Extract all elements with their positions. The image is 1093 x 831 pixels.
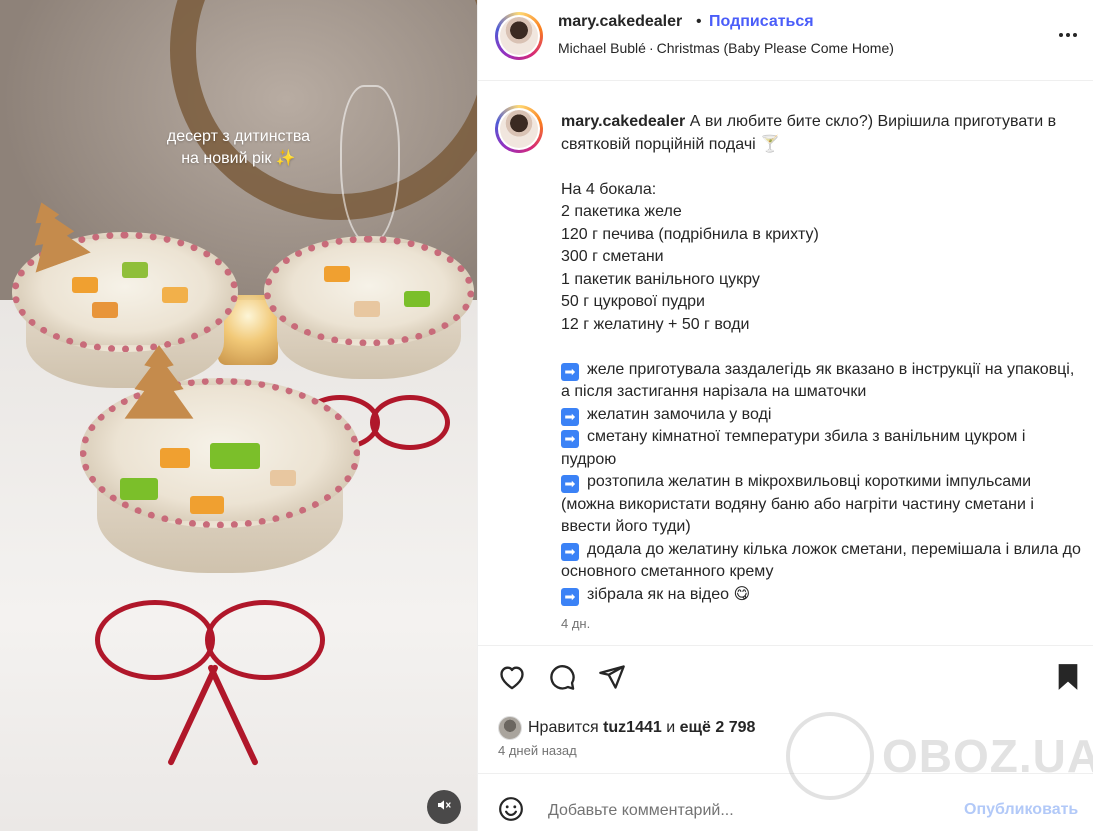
speaker-muted-icon — [436, 797, 452, 818]
video-overlay-text: десерт з дитинства на новий рік ✨ — [0, 126, 477, 170]
post-panel: mary.cakedealer • Подписаться Michael Bu… — [477, 0, 1093, 831]
comment-icon — [548, 663, 576, 696]
author-avatar[interactable] — [495, 12, 543, 60]
likes-count[interactable]: ещё 2 798 — [680, 719, 756, 737]
share-button[interactable] — [596, 663, 628, 695]
author-username[interactable]: mary.cakedealer — [558, 13, 682, 31]
comment-bar: Опубликовать — [478, 773, 1093, 831]
arrow-right-icon: ➡ — [561, 362, 579, 381]
caption-username[interactable]: mary.cakedealer — [561, 113, 685, 130]
recipe-step: ➡ додала до желатину кілька ложок сметани… — [561, 540, 1081, 580]
caption-author-avatar[interactable] — [495, 105, 543, 153]
ingredient-item: 12 г желатину + 50 г води — [561, 315, 750, 333]
ingredients-title: На 4 бокала: — [561, 180, 657, 198]
post-caption: mary.cakedealer А ви любите бите скло?) … — [561, 111, 1081, 636]
likes-user[interactable]: tuz1441 — [603, 719, 662, 737]
action-bar: Нравится tuz1441 и ещё 2 798 4 дней наза… — [478, 645, 1093, 765]
ingredient-item: 1 пакетик ванільного цукру — [561, 270, 760, 288]
post-comment-button[interactable]: Опубликовать — [964, 801, 1078, 819]
overlay-line-1: десерт з дитинства — [166, 128, 311, 145]
red-ribbon — [95, 600, 215, 680]
ingredient-item: 300 г сметани — [561, 248, 664, 265]
audio-track-link[interactable]: Michael Bublé · Christmas (Baby Please Com… — [558, 40, 894, 56]
arrow-right-icon: ➡ — [561, 542, 579, 561]
red-ribbon — [370, 395, 450, 450]
likes-and: и — [666, 719, 676, 736]
caption-timestamp[interactable]: 4 дн. — [561, 613, 1081, 636]
emoji-button[interactable] — [498, 796, 526, 824]
bookmark-icon — [1056, 663, 1080, 696]
recipe-step: ➡ желе приготувала заздалегідь як вказано… — [561, 360, 1075, 400]
dessert-glass — [264, 236, 474, 379]
mute-button[interactable] — [427, 790, 461, 824]
ingredient-item: 50 г цукрової пудри — [561, 293, 705, 310]
follow-button[interactable]: Подписаться — [709, 13, 814, 31]
song-separator: · — [648, 40, 654, 56]
more-options-button[interactable] — [1056, 22, 1080, 46]
arrow-right-icon: ➡ — [561, 587, 579, 606]
post-date[interactable]: 4 дней назад — [498, 743, 577, 758]
arrow-right-icon: ➡ — [561, 407, 579, 426]
recipe-step: ➡ розтопила желатин в мікрохвильовці коро… — [561, 473, 1034, 535]
arrow-right-icon: ➡ — [561, 430, 579, 448]
header-separator: • — [696, 13, 702, 30]
ingredient-item: 2 пакетика желе — [561, 203, 682, 220]
like-button[interactable] — [496, 663, 528, 695]
comment-input[interactable] — [548, 800, 948, 822]
likes-summary: Нравится tuz1441 и ещё 2 798 — [498, 716, 755, 740]
save-button[interactable] — [1052, 663, 1084, 695]
post-media[interactable]: десерт з дитинства на новий рік ✨ — [0, 0, 477, 831]
overlay-line-2: на новий рік ✨ — [181, 150, 296, 167]
red-ribbon — [205, 600, 325, 680]
post-header: mary.cakedealer • Подписаться Michael Bu… — [478, 0, 1093, 81]
dessert-glass — [80, 378, 360, 573]
song-title: Christmas (Baby Please Come Home) — [656, 40, 894, 56]
heart-icon — [498, 664, 526, 695]
more-options-icon — [1058, 25, 1078, 43]
likes-prefix: Нравится — [528, 719, 599, 736]
recipe-step: ➡ сметану кімнатної температури збила з в… — [561, 428, 1026, 468]
recipe-step: ➡ желатин замочила у воді — [561, 404, 1081, 427]
liker-avatar[interactable] — [498, 716, 522, 740]
ingredient-item: 120 г печива (подрібнила в крихту) — [561, 225, 819, 243]
song-artist: Michael Bublé — [558, 40, 646, 56]
recipe-step: ➡ зібрала як на відео 😋 — [561, 584, 1081, 607]
caption-section: mary.cakedealer А ви любите бите скло?) … — [478, 82, 1093, 645]
share-icon — [598, 663, 626, 696]
comment-button[interactable] — [546, 663, 578, 695]
arrow-right-icon: ➡ — [561, 475, 579, 493]
smiley-icon — [498, 797, 524, 826]
